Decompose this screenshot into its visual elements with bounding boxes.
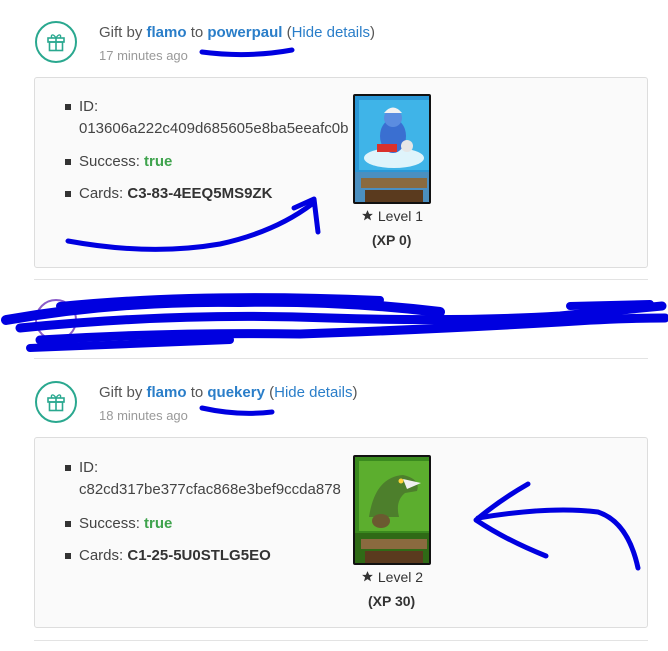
card-image[interactable] <box>353 94 431 204</box>
success-label: Success: <box>79 515 140 532</box>
level-text: Level 2 <box>377 569 424 585</box>
bullet <box>65 521 71 527</box>
bullet <box>65 191 71 197</box>
gift-icon-badge <box>35 21 77 63</box>
cards-line: Cards: C3-83-4EEQ5MS9ZK <box>79 185 272 202</box>
success-line: Success: true <box>79 153 172 170</box>
timestamp: 18 minutes ago <box>99 408 188 423</box>
paren-open: ( <box>264 384 275 401</box>
cards-label: Cards: <box>79 185 124 202</box>
paren-close: ) <box>352 384 358 401</box>
card-art <box>355 96 429 202</box>
divider <box>34 279 648 280</box>
gift-prefix: Gift by <box>99 384 147 401</box>
card-art <box>355 457 429 563</box>
gift-details-panel: ID: c82cd317be377cfac868e3bef9ccda878 Su… <box>34 437 648 628</box>
timestamp: 17 minutes ago <box>99 48 188 63</box>
id-label: ID: <box>79 459 99 476</box>
star-icon <box>362 210 373 221</box>
to-word: to <box>186 384 208 401</box>
card-xp: (XP 0) <box>372 232 412 248</box>
gift-title: Gift by flamo to powerpaul (Hide details… <box>99 24 375 41</box>
success-line: Success: true <box>79 515 172 532</box>
gift-icon-badge <box>35 381 77 423</box>
card-level: Level 2 <box>361 569 423 585</box>
card-id: C3-83-4EEQ5MS9ZK <box>127 185 273 202</box>
card-level: Level 1 <box>361 208 423 224</box>
recipient-link[interactable]: quekery <box>207 384 265 401</box>
sender-link[interactable]: flamo <box>147 24 187 41</box>
cards-line: Cards: C1-25-5U0STLG5EO <box>79 547 271 564</box>
gift-details-panel: ID: 013606a222c409d685605e8ba5eeafc0b Su… <box>34 77 648 268</box>
to-word: to <box>186 24 208 41</box>
recipient-link[interactable]: powerpaul <box>207 24 282 41</box>
success-value: true <box>144 153 173 170</box>
success-label: Success: <box>79 153 140 170</box>
sender-link[interactable]: flamo <box>147 384 187 401</box>
transaction-id: c82cd317be377cfac868e3bef9ccda878 <box>79 481 341 498</box>
gift-icon <box>47 394 65 412</box>
card-image[interactable] <box>353 455 431 565</box>
paren-open: ( <box>282 24 292 41</box>
bullet <box>65 159 71 165</box>
transaction-id: 013606a222c409d685605e8ba5eeafc0b <box>79 120 349 137</box>
bullet <box>65 104 71 110</box>
card-id: C1-25-5U0STLG5EO <box>127 547 271 564</box>
id-label: ID: <box>79 98 99 115</box>
divider <box>34 640 648 641</box>
gift-prefix: Gift by <box>99 24 147 41</box>
bullet <box>65 553 71 559</box>
gift-icon <box>47 34 65 52</box>
card-xp: (XP 30) <box>368 593 416 609</box>
cards-label: Cards: <box>79 547 124 564</box>
star-icon <box>362 571 373 582</box>
divider <box>34 358 648 359</box>
paren-close: ) <box>369 24 375 41</box>
success-value: true <box>144 515 173 532</box>
gift-title: Gift by flamo to quekery (Hide details) <box>99 384 358 401</box>
hide-details-link[interactable]: Hide details <box>274 384 352 401</box>
bullet <box>65 465 71 471</box>
level-text: Level 1 <box>377 208 424 224</box>
hide-details-link[interactable]: Hide details <box>292 24 370 41</box>
hidden-entry-icon <box>35 299 77 341</box>
